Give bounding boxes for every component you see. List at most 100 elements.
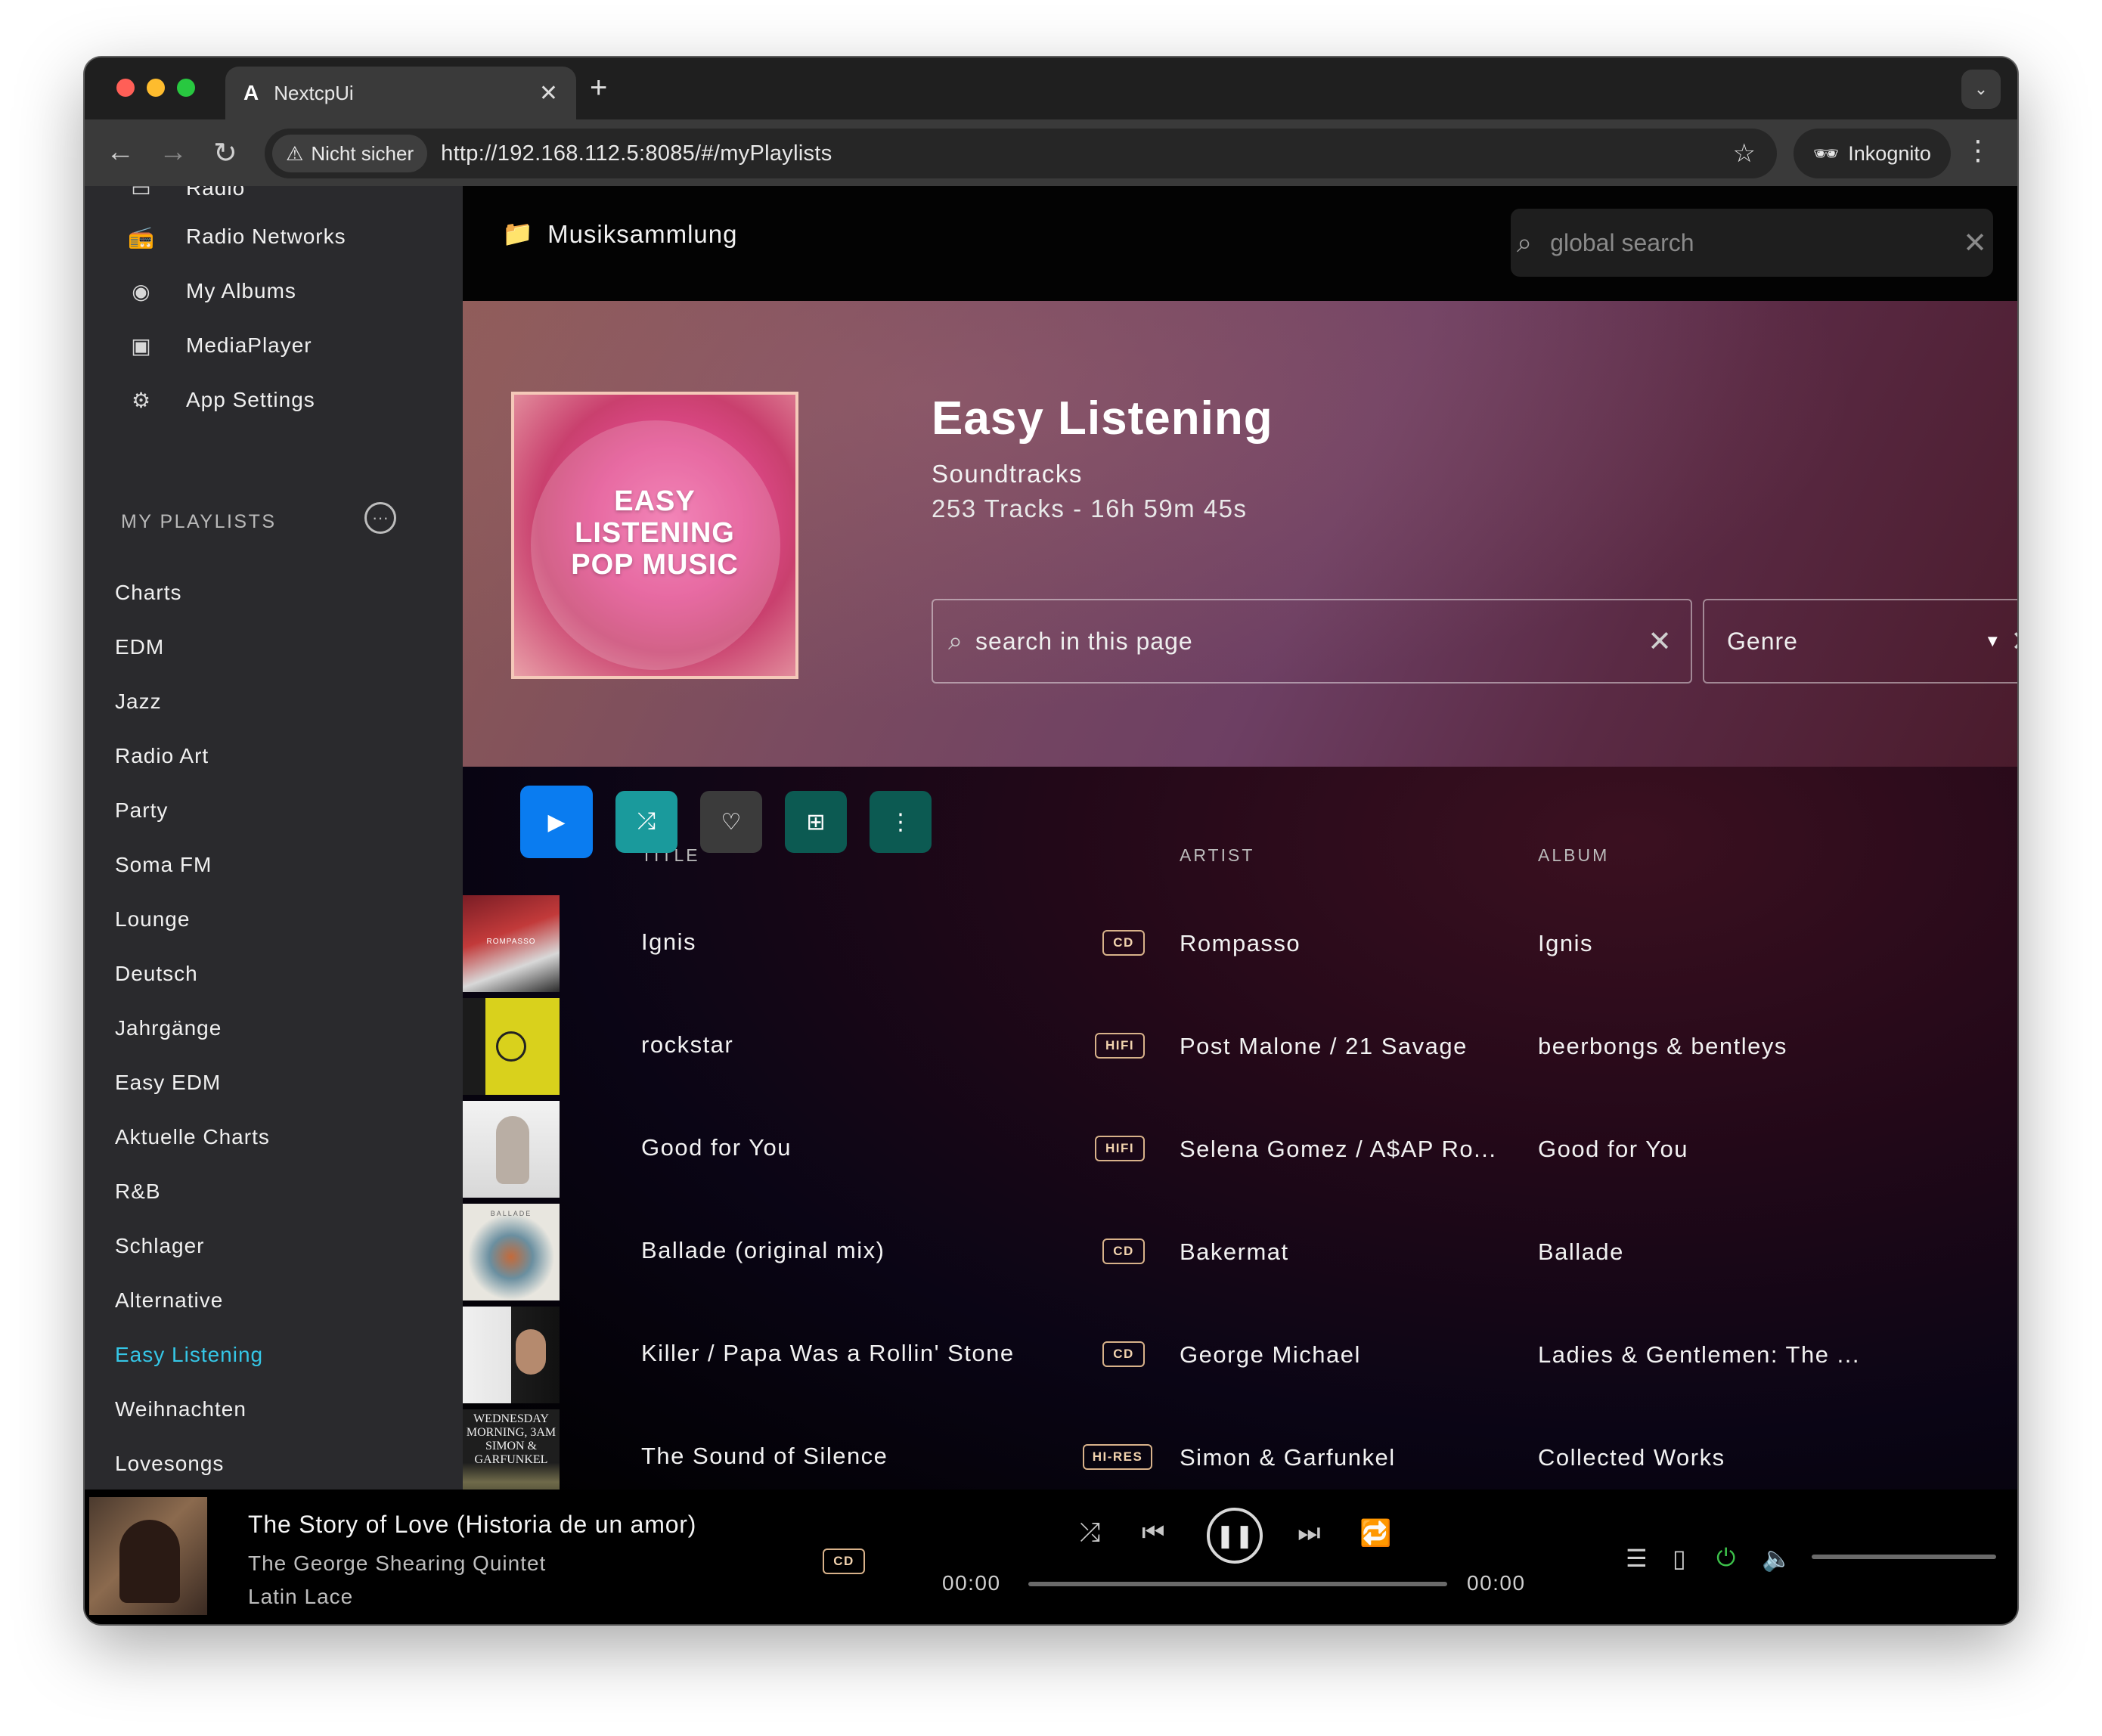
sidebar: ▭ Radio 📻 Radio Networks ◉ My Albums ▣ M… <box>85 186 463 1490</box>
sidebar-playlist-deutsch[interactable]: Deutsch <box>115 962 198 986</box>
forward-icon[interactable]: → <box>159 136 188 169</box>
time-total: 00:00 <box>1467 1571 1526 1595</box>
table-row[interactable]: rockstar HIFI Post Malone / 21 Savage be… <box>463 998 2017 1101</box>
sidebar-playlist-aktuelle-charts[interactable]: Aktuelle Charts <box>115 1125 270 1149</box>
column-header-artist[interactable]: ARTIST <box>1180 845 1254 866</box>
shuffle-icon[interactable]: ⤮ <box>1080 1518 1100 1548</box>
playlists-more-icon[interactable]: ··· <box>364 502 396 534</box>
track-artist[interactable]: George Michael <box>1180 1341 1361 1369</box>
table-row[interactable]: Killer / Papa Was a Rollin' Stone CD Geo… <box>463 1307 2017 1409</box>
close-tab-icon[interactable]: ✕ <box>539 80 558 107</box>
sidebar-playlist-jahrgange[interactable]: Jahrgänge <box>115 1016 222 1040</box>
collection-breadcrumb[interactable]: 📁 Musiksammlung <box>502 219 738 249</box>
track-album[interactable]: Collected Works <box>1538 1444 1725 1471</box>
thumbnail-text-line: GARFUNKEL <box>474 1453 548 1466</box>
track-album[interactable]: Ignis <box>1538 930 1593 957</box>
add-to-button[interactable]: ⊞ <box>785 791 847 853</box>
now-playing-title[interactable]: The Story of Love (Historia de un amor) <box>248 1511 696 1539</box>
gear-icon: ⚙ <box>131 388 152 412</box>
quality-badge: HIFI <box>1095 1033 1145 1059</box>
progress-bar[interactable] <box>1028 1582 1447 1586</box>
playlist-actions: ▶ ⤮ ♡ ⊞ ⋮ <box>520 786 932 858</box>
track-artist[interactable]: Selena Gomez / A$AP Ro... <box>1180 1136 1496 1163</box>
sidebar-item-radio[interactable]: ▭ Radio <box>129 186 245 201</box>
cover-text-line: LISTENING <box>575 517 735 549</box>
sidebar-playlist-jazz[interactable]: Jazz <box>115 690 162 714</box>
quality-badge: CD <box>1102 1341 1145 1367</box>
clear-global-search-icon[interactable]: ✕ <box>1963 226 1987 260</box>
track-title: Killer / Papa Was a Rollin' Stone <box>641 1340 1015 1366</box>
sidebar-playlist-edm[interactable]: EDM <box>115 635 164 659</box>
new-tab-button[interactable]: + <box>590 71 607 105</box>
page-search-input[interactable]: ⌕ search in this page ✕ <box>932 599 1692 684</box>
clear-genre-icon[interactable]: ✕ <box>2011 625 2017 659</box>
table-row[interactable]: BALLADE Ballade (original mix) CD Bakerm… <box>463 1204 2017 1307</box>
sidebar-item-mediaplayer[interactable]: ▣ MediaPlayer <box>129 333 312 358</box>
repeat-icon[interactable]: 🔁 <box>1359 1518 1391 1548</box>
sidebar-playlist-lounge[interactable]: Lounge <box>115 907 190 932</box>
incognito-chip[interactable]: 🕶 Inkognito <box>1794 129 1951 178</box>
sidebar-item-my-albums[interactable]: ◉ My Albums <box>129 278 296 304</box>
genre-select[interactable]: Genre ▼ ✕ <box>1703 599 2017 684</box>
table-row[interactable]: Good for You HIFI Selena Gomez / A$AP Ro… <box>463 1101 2017 1204</box>
browser-tab[interactable]: A NextcpUi ✕ <box>225 67 576 119</box>
track-thumbnail: ROMPASSO <box>463 895 560 992</box>
maximize-window-button[interactable] <box>177 79 195 97</box>
track-album[interactable]: beerbongs & bentleys <box>1538 1033 1787 1060</box>
reload-icon[interactable]: ↻ <box>213 136 237 170</box>
queue-icon[interactable]: ☰ <box>1626 1544 1648 1573</box>
previous-icon[interactable]: ⏮ <box>1142 1518 1165 1548</box>
sidebar-playlist-party[interactable]: Party <box>115 798 168 823</box>
volume-icon[interactable]: 🔈 <box>1762 1544 1792 1573</box>
speaker-device-icon[interactable]: ▯ <box>1673 1544 1686 1573</box>
sidebar-playlist-easy-edm[interactable]: Easy EDM <box>115 1071 221 1095</box>
track-artist[interactable]: Post Malone / 21 Savage <box>1180 1033 1468 1060</box>
track-artist[interactable]: Rompasso <box>1180 930 1301 957</box>
sidebar-playlist-lovesongs[interactable]: Lovesongs <box>115 1452 224 1476</box>
sidebar-playlist-soma-fm[interactable]: Soma FM <box>115 853 212 877</box>
tab-search-button[interactable]: ⌄ <box>1961 70 2001 109</box>
track-album[interactable]: Ballade <box>1538 1238 1624 1266</box>
track-thumbnail: BALLADE <box>463 1204 560 1300</box>
sidebar-playlist-schlager[interactable]: Schlager <box>115 1234 205 1258</box>
play-button[interactable]: ▶ <box>520 786 593 858</box>
sidebar-playlist-rnb[interactable]: R&B <box>115 1180 161 1204</box>
back-icon[interactable]: ← <box>106 136 135 169</box>
column-header-album[interactable]: ALBUM <box>1538 845 1609 866</box>
sidebar-playlist-radio-art[interactable]: Radio Art <box>115 744 209 768</box>
sidebar-item-app-settings[interactable]: ⚙ App Settings <box>129 387 315 413</box>
address-bar[interactable]: ⚠ Nicht sicher http://192.168.112.5:8085… <box>265 129 1777 178</box>
track-album[interactable]: Ladies & Gentlemen: The ... <box>1538 1341 1860 1369</box>
favorite-button[interactable]: ♡ <box>700 791 762 853</box>
track-artist[interactable]: Simon & Garfunkel <box>1180 1444 1396 1471</box>
warning-icon: ⚠ <box>286 141 304 165</box>
pause-button[interactable]: ❚❚ <box>1207 1508 1263 1564</box>
global-search-input[interactable]: ⌕ global search ✕ <box>1511 209 1993 277</box>
browser-menu-icon[interactable]: ⋮ <box>1964 135 1992 166</box>
chevron-down-icon[interactable]: ▼ <box>1984 631 2001 651</box>
sidebar-playlist-easy-listening[interactable]: Easy Listening <box>115 1343 263 1367</box>
security-chip[interactable]: ⚠ Nicht sicher <box>272 135 428 172</box>
close-window-button[interactable] <box>116 79 135 97</box>
url-text[interactable]: http://192.168.112.5:8085/#/myPlaylists <box>441 141 832 166</box>
shuffle-button[interactable]: ⤮ <box>615 791 677 853</box>
more-button[interactable]: ⋮ <box>870 791 932 853</box>
bookmark-star-icon[interactable]: ☆ <box>1733 138 1756 169</box>
sidebar-playlist-charts[interactable]: Charts <box>115 581 181 605</box>
sidebar-playlist-alternative[interactable]: Alternative <box>115 1288 223 1313</box>
clear-page-search-icon[interactable]: ✕ <box>1648 625 1673 659</box>
album-icon: ◉ <box>132 279 151 303</box>
track-artist[interactable]: Bakermat <box>1180 1238 1289 1266</box>
table-row[interactable]: ROMPASSO Ignis CD Rompasso Ignis <box>463 895 2017 998</box>
now-playing-artist[interactable]: The George Shearing Quintet <box>248 1552 546 1576</box>
sidebar-item-radio-networks[interactable]: 📻 Radio Networks <box>128 224 346 250</box>
now-playing-album[interactable]: Latin Lace <box>248 1585 353 1609</box>
track-album[interactable]: Good for You <box>1538 1136 1688 1163</box>
table-row[interactable]: WEDNESDAY MORNING, 3AM SIMON & GARFUNKEL… <box>463 1409 2017 1490</box>
minimize-window-button[interactable] <box>147 79 165 97</box>
sidebar-playlist-weihnachten[interactable]: Weihnachten <box>115 1397 246 1421</box>
volume-slider[interactable] <box>1812 1555 1996 1559</box>
power-icon[interactable]: ⏻ <box>1716 1544 1735 1573</box>
thumbnail-graphic <box>516 1329 546 1375</box>
next-icon[interactable]: ⏭ <box>1297 1518 1321 1548</box>
